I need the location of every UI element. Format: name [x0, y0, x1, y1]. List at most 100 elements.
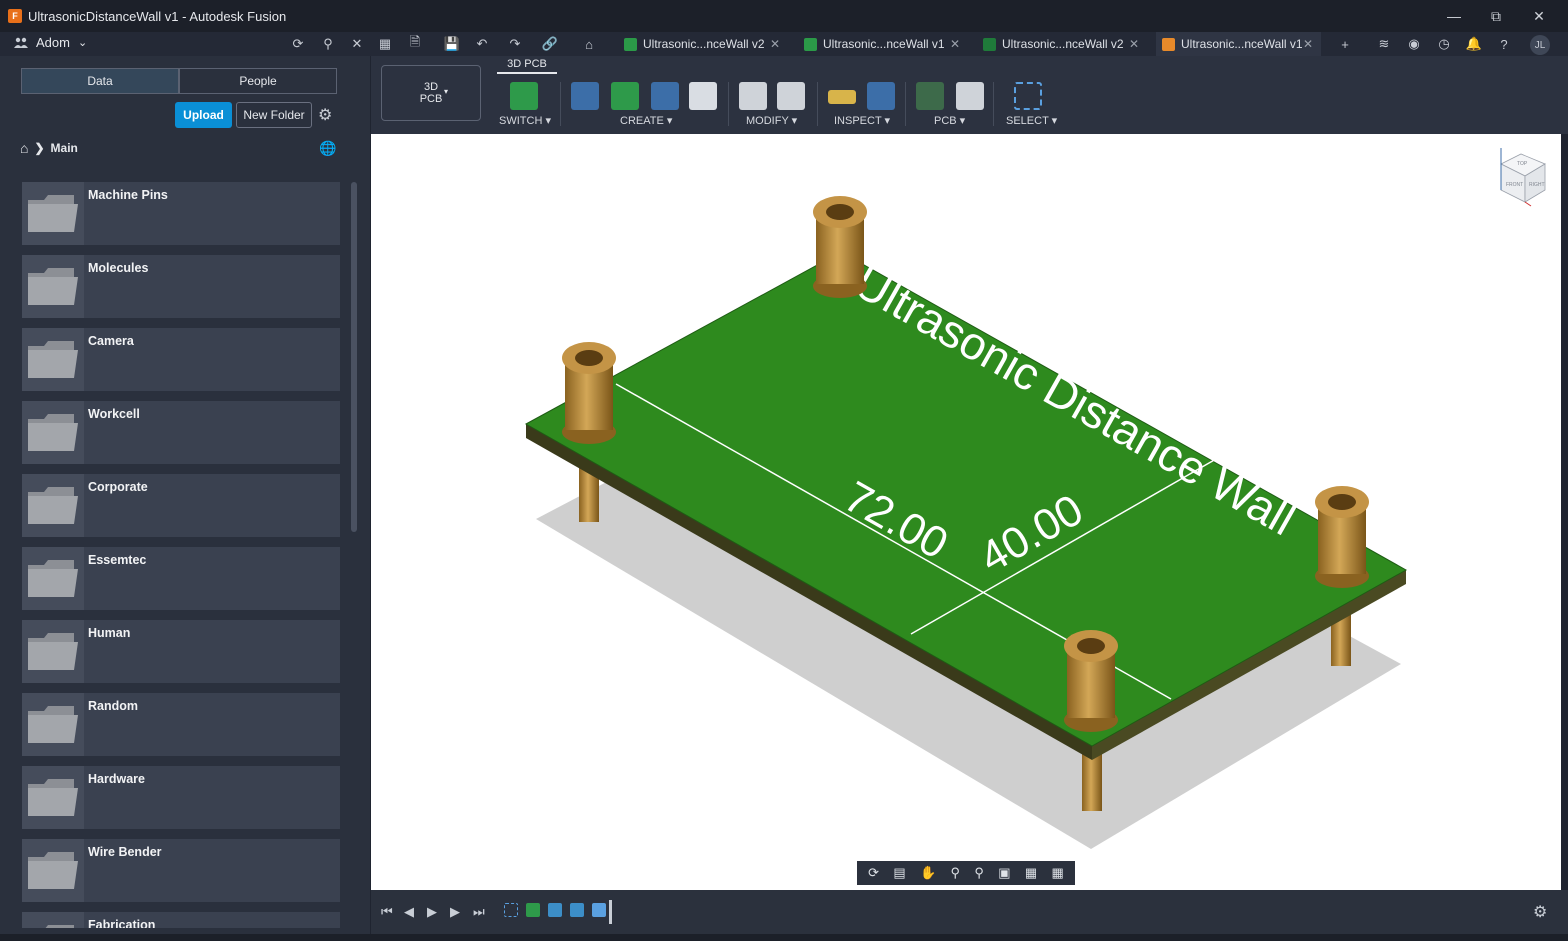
- folder-item[interactable]: Camera: [22, 328, 340, 391]
- schematic-icon: [624, 37, 637, 51]
- divider: [817, 82, 818, 126]
- undo-icon[interactable]: ↶: [473, 35, 491, 53]
- folder-item[interactable]: Random: [22, 693, 340, 756]
- folder-item[interactable]: Workcell: [22, 401, 340, 464]
- timeline-marker[interactable]: [609, 900, 612, 924]
- select-group[interactable]: SELECT ▾: [1006, 114, 1057, 127]
- folder-item[interactable]: Wire Bender: [22, 839, 340, 902]
- file-menu-icon[interactable]: 🗎: [406, 34, 424, 53]
- pan-icon[interactable]: ✋: [920, 865, 936, 881]
- tab-3d-pcb[interactable]: 3D PCB: [497, 58, 557, 74]
- folder-list: Machine Pins Molecules Camera Workcell Corpo…: [22, 182, 340, 928]
- timeline-feature-icon[interactable]: [570, 903, 584, 917]
- restore-button[interactable]: ⧉: [1475, 0, 1517, 32]
- save-icon[interactable]: 💾: [443, 35, 461, 53]
- doc-tab[interactable]: Ultrasonic...nceWall v2 ✕: [977, 32, 1147, 56]
- tab-label: Ultrasonic...nceWall v2: [1002, 37, 1124, 51]
- fit-icon[interactable]: ⚲: [974, 865, 984, 881]
- team-switcher[interactable]: Adom ⌄: [14, 35, 87, 50]
- timeline-feature-icon[interactable]: [526, 903, 540, 917]
- minimize-button[interactable]: —: [1433, 0, 1475, 32]
- breadcrumb-main[interactable]: Main: [51, 141, 78, 155]
- timeline-feature-icon[interactable]: [592, 903, 606, 917]
- folder-item[interactable]: Corporate: [22, 474, 340, 537]
- title-bar: F UltrasonicDistanceWall v1 - Autodesk F…: [0, 0, 1568, 32]
- doc-tab[interactable]: Ultrasonic...nceWall v1 ✕: [798, 32, 968, 56]
- display-settings-icon[interactable]: ▣: [998, 865, 1010, 881]
- user-avatar[interactable]: JL: [1530, 35, 1550, 55]
- folder-item[interactable]: Essemtec: [22, 547, 340, 610]
- upload-button[interactable]: Upload: [175, 102, 232, 128]
- doc-tab-active[interactable]: Ultrasonic...nceWall v1 ✕: [1156, 32, 1321, 56]
- new-tab-icon[interactable]: +: [1336, 35, 1354, 53]
- grid-menu-icon[interactable]: ▦: [376, 35, 394, 53]
- close-icon[interactable]: ✕: [770, 37, 780, 51]
- first-step-icon[interactable]: ⏮: [381, 904, 393, 920]
- select-icon[interactable]: [1014, 82, 1042, 110]
- workspace-switcher[interactable]: 3D PCB ▾: [381, 65, 481, 121]
- last-step-icon[interactable]: ⏭: [473, 904, 485, 920]
- pcb-model-view[interactable]: Ultrasonic Distance Wall 72.00 40.00 TOP…: [371, 134, 1561, 890]
- timeline: ⏮ ◀ ▶ ▶ ⏭ ⚙: [371, 890, 1568, 934]
- modify-group[interactable]: MODIFY ▾: [746, 114, 797, 127]
- folder-item[interactable]: Human: [22, 620, 340, 683]
- new-folder-button[interactable]: New Folder: [236, 102, 312, 128]
- folder-item[interactable]: Fabrication: [22, 912, 340, 928]
- orbit-icon[interactable]: ⟳: [868, 865, 879, 881]
- folder-item[interactable]: Molecules: [22, 255, 340, 318]
- board-create-icon[interactable]: [611, 82, 639, 110]
- online-status-icon[interactable]: ◉: [1405, 35, 1423, 53]
- divider: [993, 82, 994, 126]
- close-icon[interactable]: ✕: [950, 37, 960, 51]
- home-icon[interactable]: ⌂: [20, 140, 28, 156]
- folder-thumbnail: [22, 328, 84, 391]
- doc-tab[interactable]: Ultrasonic...nceWall v2 ✕: [618, 32, 788, 56]
- viewports-icon[interactable]: ▦: [1052, 865, 1064, 881]
- section-analysis-icon[interactable]: [867, 82, 895, 110]
- gear-icon[interactable]: ⚙: [318, 105, 332, 125]
- create-group[interactable]: CREATE ▾: [620, 114, 672, 127]
- move-icon[interactable]: [777, 82, 805, 110]
- tab-data[interactable]: Data: [21, 68, 179, 94]
- timeline-settings-icon[interactable]: ⚙: [1533, 902, 1547, 922]
- redo-icon[interactable]: ↷: [506, 35, 524, 53]
- search-icon[interactable]: ⚲: [319, 35, 337, 53]
- close-icon[interactable]: ✕: [1129, 37, 1139, 51]
- close-panel-icon[interactable]: ✕: [348, 35, 366, 53]
- look-at-icon[interactable]: ▤: [893, 865, 905, 881]
- help-icon[interactable]: ?: [1495, 35, 1513, 53]
- model-create-icon[interactable]: [689, 82, 717, 110]
- notifications-icon[interactable]: 🔔: [1465, 35, 1483, 53]
- close-icon[interactable]: ✕: [1303, 37, 1313, 51]
- switch-group[interactable]: SWITCH ▾: [499, 114, 551, 127]
- measure-icon[interactable]: [828, 90, 856, 104]
- refresh-icon[interactable]: ⟳: [289, 35, 307, 53]
- next-step-icon[interactable]: ▶: [450, 904, 460, 920]
- switch-icon[interactable]: [510, 82, 538, 110]
- job-status-icon[interactable]: ◷: [1435, 35, 1453, 53]
- previous-step-icon[interactable]: ◀: [404, 904, 414, 920]
- modify-icon[interactable]: [739, 82, 767, 110]
- folder-item[interactable]: Hardware: [22, 766, 340, 829]
- link-icon[interactable]: 🔗: [541, 35, 559, 53]
- sketch-create-icon[interactable]: [571, 82, 599, 110]
- home-tab-icon[interactable]: ⌂: [580, 35, 598, 53]
- extensions-icon[interactable]: ≋: [1375, 35, 1393, 53]
- pcb-link-icon[interactable]: [916, 82, 944, 110]
- close-window-button[interactable]: ✕: [1518, 0, 1560, 32]
- scrollbar[interactable]: [351, 182, 357, 532]
- tab-people[interactable]: People: [179, 68, 337, 94]
- shape-create-icon[interactable]: [651, 82, 679, 110]
- pcb-group[interactable]: PCB ▾: [934, 114, 965, 127]
- timeline-feature-icon[interactable]: [548, 903, 562, 917]
- zoom-icon[interactable]: ⚲: [951, 865, 961, 881]
- timeline-feature-icon[interactable]: [504, 903, 518, 917]
- viewcube-right-label: RIGHT: [1529, 182, 1545, 188]
- play-icon[interactable]: ▶: [427, 904, 437, 920]
- folder-item[interactable]: Machine Pins: [22, 182, 340, 245]
- 3d-viewport[interactable]: Ultrasonic Distance Wall 72.00 40.00 TOP…: [371, 134, 1561, 890]
- pcb-settings-icon[interactable]: [956, 82, 984, 110]
- grid-settings-icon[interactable]: ▦: [1025, 865, 1037, 881]
- globe-icon[interactable]: 🌐: [319, 140, 336, 157]
- inspect-group[interactable]: INSPECT ▾: [834, 114, 890, 127]
